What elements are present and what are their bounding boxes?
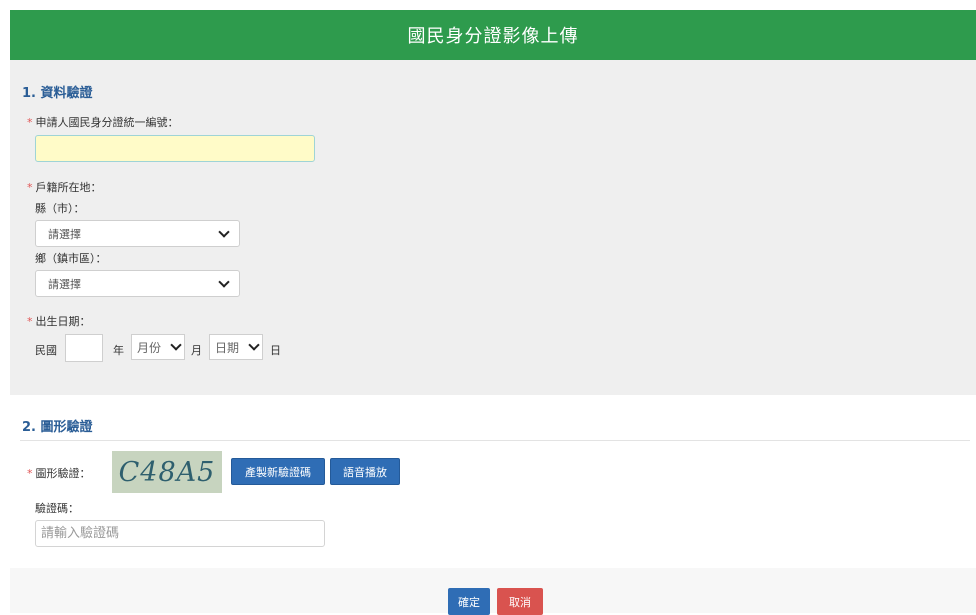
month-select[interactable]: 月份 xyxy=(131,334,185,360)
section2-title: 2. 圖形驗證 xyxy=(22,420,93,435)
captcha-code-input[interactable]: 請輸入驗證碼 xyxy=(35,520,325,547)
county-label: 縣（市）： xyxy=(35,202,85,215)
birth-label: * 出生日期： xyxy=(27,315,91,328)
footer-bar xyxy=(10,568,976,613)
day-label: 日 xyxy=(270,344,281,357)
id-number-input[interactable] xyxy=(35,135,315,162)
roc-label: 民國 xyxy=(35,344,57,357)
confirm-button[interactable]: 確定 xyxy=(448,588,490,615)
captcha-label: * 圖形驗證： xyxy=(27,467,91,480)
page-title: 國民身分證影像上傳 xyxy=(407,26,579,47)
section-divider xyxy=(20,440,970,441)
captcha-image: C48A5 xyxy=(112,451,222,493)
cancel-button[interactable]: 取消 xyxy=(497,588,543,615)
county-select[interactable]: 請選擇 xyxy=(35,220,240,247)
chevron-down-icon xyxy=(248,339,260,351)
id-label: * 申請人國民身分證統一編號： xyxy=(27,116,179,129)
township-select[interactable]: 請選擇 xyxy=(35,270,240,297)
township-label: 鄉（鎮市區）： xyxy=(35,252,107,265)
code-label: 驗證碼： xyxy=(35,502,79,515)
chevron-down-icon xyxy=(170,339,182,351)
chevron-down-icon xyxy=(218,276,230,288)
audio-play-button[interactable]: 語音播放 xyxy=(330,458,400,485)
day-select[interactable]: 日期 xyxy=(209,334,263,360)
chevron-down-icon xyxy=(218,226,230,238)
page-header: 國民身分證影像上傳 xyxy=(10,10,976,60)
month-label: 月 xyxy=(191,344,202,357)
birth-year-input[interactable] xyxy=(65,334,103,362)
year-label: 年 xyxy=(113,344,124,357)
refresh-captcha-button[interactable]: 產製新驗證碼 xyxy=(231,458,325,485)
household-label: * 戶籍所在地： xyxy=(27,181,102,194)
section1-title: 1. 資料驗證 xyxy=(22,86,93,101)
